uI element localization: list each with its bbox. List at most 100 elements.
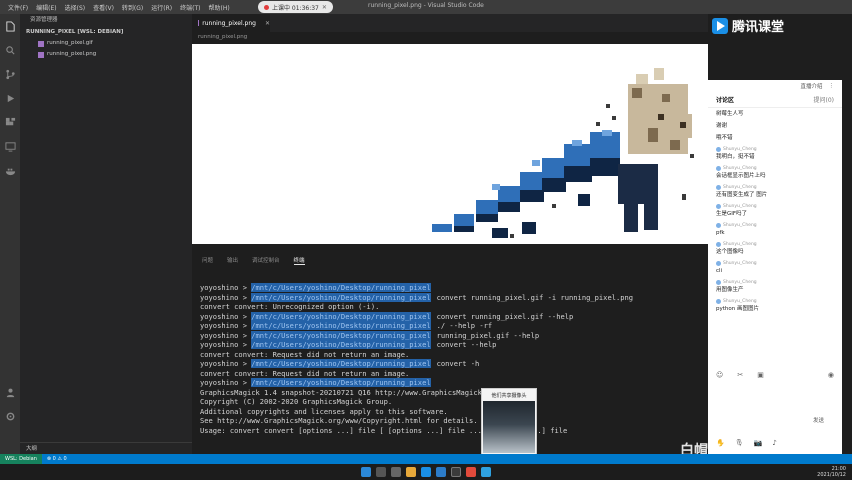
remote-indicator[interactable]: WSL: Debian — [0, 454, 42, 464]
run-debug-icon[interactable] — [0, 86, 20, 110]
account-icon[interactable] — [0, 380, 20, 404]
problems-indicator[interactable]: ⊗ 0 ⚠ 0 — [42, 456, 72, 462]
panel-tab[interactable]: 问题 — [202, 256, 213, 264]
menu-item[interactable]: 文件(F) — [4, 3, 32, 12]
chat-toolbar: ☺ ✂ ▣ ◉ — [708, 368, 842, 382]
outline-section[interactable]: 大纲 — [20, 442, 192, 454]
live-timer-pill[interactable]: 上课中 01:36:37 ✕ — [258, 1, 333, 13]
title-bar: 文件(F) 编辑(E) 选择(S) 查看(V) 转到(G) 运行(R) 终端(T) 帮助(H)… — [0, 0, 852, 14]
source-control-icon[interactable] — [0, 62, 20, 86]
search-icon[interactable] — [376, 467, 386, 477]
remote-explorer-icon[interactable] — [0, 134, 20, 158]
start-icon[interactable] — [361, 467, 371, 477]
terminal-prompt: yoyoshino > — [200, 330, 252, 340]
terminal-line: convert convert: Unrecognized option (-i… — [200, 302, 710, 312]
search-icon[interactable] — [0, 38, 20, 62]
file-item[interactable]: running_pixel.gif — [20, 38, 192, 49]
menu-item[interactable]: 终端(T) — [176, 3, 204, 12]
terminal-line: convert convert: Request did not return … — [200, 350, 710, 360]
extensions-icon[interactable] — [0, 110, 20, 134]
avatar — [716, 185, 721, 190]
terminal-command: convert convert: Request did not return … — [200, 349, 410, 359]
menu-item[interactable]: 查看(V) — [89, 3, 118, 12]
edge-icon[interactable] — [421, 467, 431, 477]
editor-tab[interactable]: running_pixel.png ✕ — [192, 14, 270, 32]
panel-tab[interactable]: 终端 — [293, 256, 305, 265]
panel-tab[interactable]: 调试控制台 — [252, 256, 280, 264]
terminal-prompt: yoyoshino > — [200, 283, 252, 292]
live-intro-link[interactable]: 直播介绍 — [800, 82, 822, 90]
terminal-path: /mnt/c/Users/yoshino/Desktop/running_pix… — [251, 311, 431, 321]
vscode-icon[interactable] — [436, 467, 446, 477]
chat-text: 树莓生人写 — [716, 111, 744, 117]
chat-tab[interactable]: 讨论区 — [716, 95, 734, 104]
terminal-prompt: yoyoshino > — [200, 311, 252, 321]
close-icon[interactable]: ✕ — [322, 4, 327, 11]
image-file-icon — [198, 20, 200, 26]
chat-user: Shunyu_Cheng — [716, 298, 834, 305]
more-icon[interactable]: ⋮ — [829, 83, 835, 89]
terminal-path: /mnt/c/Users/yoshino/Desktop/running_pix… — [251, 359, 431, 368]
chat-username: Shunyu_Cheng — [723, 261, 757, 266]
chat-username: Shunyu_Cheng — [723, 280, 757, 285]
chat-username: Shunyu_Cheng — [723, 185, 757, 190]
image-icon[interactable]: ▣ — [757, 371, 764, 379]
terminal-line: convert convert: Request did not return … — [200, 369, 710, 379]
terminal-path: /mnt/c/Users/yoshino/Desktop/running_pix… — [251, 292, 431, 302]
menu-item[interactable]: 帮助(H) — [204, 3, 233, 12]
docker-icon[interactable] — [0, 158, 20, 182]
location-icon[interactable]: ◉ — [828, 371, 834, 379]
terminal-line: Additional copyrights and licenses apply… — [200, 407, 710, 417]
chat-username: Shunyu_Cheng — [723, 147, 757, 152]
gear-icon[interactable] — [0, 404, 20, 428]
chat-message: Shunyu_Cheng 这个图像吗 — [716, 241, 834, 257]
menu-item[interactable]: 编辑(E) — [32, 3, 60, 12]
scissors-icon[interactable]: ✂ — [737, 371, 743, 379]
send-button[interactable]: 发送 — [813, 416, 824, 424]
menu-item[interactable]: 转到(G) — [118, 3, 147, 12]
chat-message: 树莓生人写 — [716, 110, 834, 119]
panel-tab[interactable]: 输出 — [227, 256, 238, 264]
emoji-icon[interactable]: ☺ — [716, 371, 723, 379]
app-icon[interactable] — [466, 467, 476, 477]
activity-bar — [0, 14, 20, 454]
workspace-folder[interactable]: RUNNING_PIXEL [WSL: DEBIAN] — [20, 26, 192, 38]
webcam-preview[interactable]: 他们共享摄像头 — [481, 388, 537, 458]
terminal-prompt: yoyoshino > — [200, 292, 252, 302]
file-name: running_pixel.gif — [47, 40, 93, 46]
chat-user: Shunyu_Cheng — [716, 241, 834, 248]
terminal-line: yoyoshino > /mnt/c/Users/yoshino/Desktop… — [200, 359, 710, 369]
terminal-command: convert running_pixel.gif --help — [436, 311, 574, 321]
file-item[interactable]: running_pixel.png — [20, 49, 192, 60]
terminal-prompt: yoyoshino > — [200, 321, 252, 330]
tencent-app-icon[interactable] — [481, 467, 491, 477]
file-explorer-icon[interactable] — [406, 467, 416, 477]
avatar — [716, 223, 721, 228]
chat-username: Shunyu_Cheng — [723, 223, 757, 228]
system-clock[interactable]: 21:00 2021/10/12 — [817, 466, 846, 478]
panel-tab-bar: 问题 输出 调试控制台 终端 — [192, 254, 708, 266]
chat-panel: 直播介绍 ⋮ 讨论区 提问(0) 树莓生人写 谢谢 哦不错 Shunyu_Cheng 我明… — [708, 80, 842, 454]
terminal-command: convert convert: Request did not return … — [200, 368, 410, 378]
terminal-app-icon[interactable] — [451, 467, 461, 477]
breadcrumb: running_pixel.png — [198, 34, 248, 40]
terminal-command: convert -h — [436, 359, 480, 368]
terminal-path: /mnt/c/Users/yoshino/Desktop/running_pix… — [251, 340, 431, 349]
menu-item[interactable]: 运行(R) — [147, 3, 176, 12]
terminal-path: /mnt/c/Users/yoshino/Desktop/running_pix… — [251, 283, 431, 292]
terminal-command: GraphicsMagick 1.4 snapshot-20210721 Q16… — [200, 387, 504, 397]
close-icon[interactable]: ✕ — [265, 20, 270, 27]
files-icon[interactable] — [0, 14, 20, 38]
task-view-icon[interactable] — [391, 467, 401, 477]
chat-message: Shunyu_Cheng pfk — [716, 222, 834, 238]
terminal-command: running_pixel.gif --help — [436, 330, 540, 340]
pixel-art-image — [432, 68, 694, 238]
menu-item[interactable]: 选择(S) — [61, 3, 90, 12]
terminal-output[interactable]: yoyoshino > /mnt/c/Users/yoshino/Desktop… — [200, 283, 710, 435]
terminal-path: /mnt/c/Users/yoshino/Desktop/running_pix… — [251, 330, 431, 340]
image-preview — [192, 44, 708, 244]
bell-icon[interactable]: ♪ — [772, 439, 776, 447]
chat-tab[interactable]: 提问(0) — [814, 95, 835, 104]
terminal-path: /mnt/c/Users/yoshino/Desktop/running_pix… — [251, 378, 431, 387]
window-title: running_pixel.png - Visual Studio Code — [368, 2, 484, 9]
